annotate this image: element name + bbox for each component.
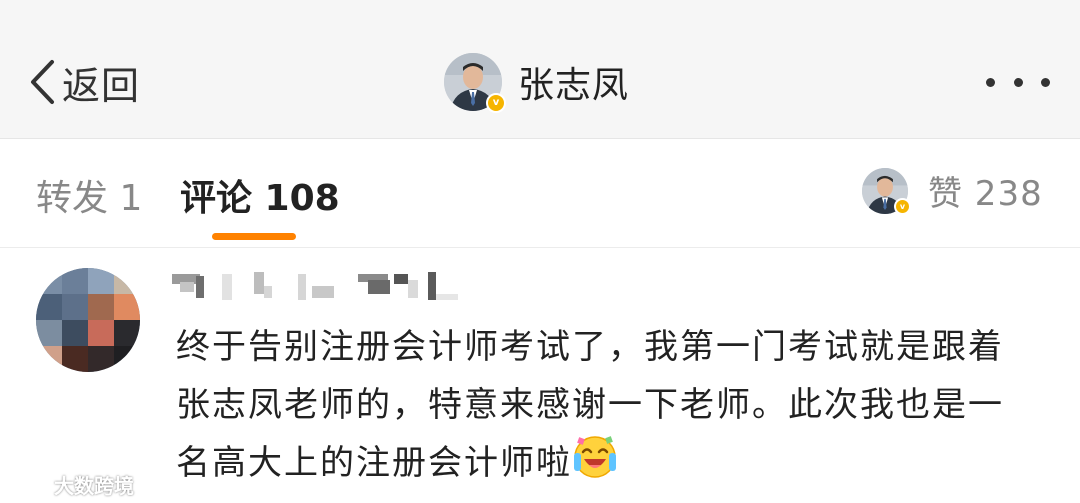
tab-repost[interactable]: 转发 1	[36, 169, 142, 221]
profile-header[interactable]: v 张志凤	[444, 52, 630, 113]
watermark-text: 大数跨境	[54, 473, 134, 498]
back-button[interactable]: 返回	[28, 52, 140, 112]
more-dots-icon	[986, 77, 995, 87]
likes-count: 赞 238	[928, 174, 1043, 214]
weibo-detail-page: 返回 v 张志凤 转发 1 评论 108 v 赞 238 终于告别注册会计师考试…	[0, 0, 1080, 503]
commenter-name-redacted[interactable]	[172, 270, 472, 304]
commenter-avatar[interactable]	[36, 268, 140, 372]
top-nav-bar: 返回 v 张志凤	[0, 0, 1080, 139]
page-title: 张志凤	[518, 65, 630, 106]
back-label: 返回	[62, 63, 141, 108]
chevron-left-icon	[31, 60, 54, 104]
verified-badge-icon: v	[486, 93, 506, 113]
watermark: 大数跨境	[8, 470, 134, 498]
comment-text: 终于告别注册会计师考试了，我第一门考试就是跟着张志凤老师的，特意来感谢一下老师。…	[176, 318, 1036, 498]
tabs-bar: 转发 1 评论 108 v 赞 238	[0, 139, 1080, 248]
more-options-button[interactable]	[986, 74, 1050, 90]
active-tab-indicator	[212, 233, 296, 240]
tab-likes[interactable]: v 赞 238	[862, 166, 1043, 215]
watermark-logo-icon	[10, 474, 49, 494]
more-dot	[1013, 77, 1023, 87]
tab-comments[interactable]: 评论 108	[180, 169, 340, 221]
verified-badge-icon: v	[894, 197, 911, 215]
laughing-crying-emoji-icon	[572, 434, 618, 498]
more-dot	[1041, 77, 1050, 87]
